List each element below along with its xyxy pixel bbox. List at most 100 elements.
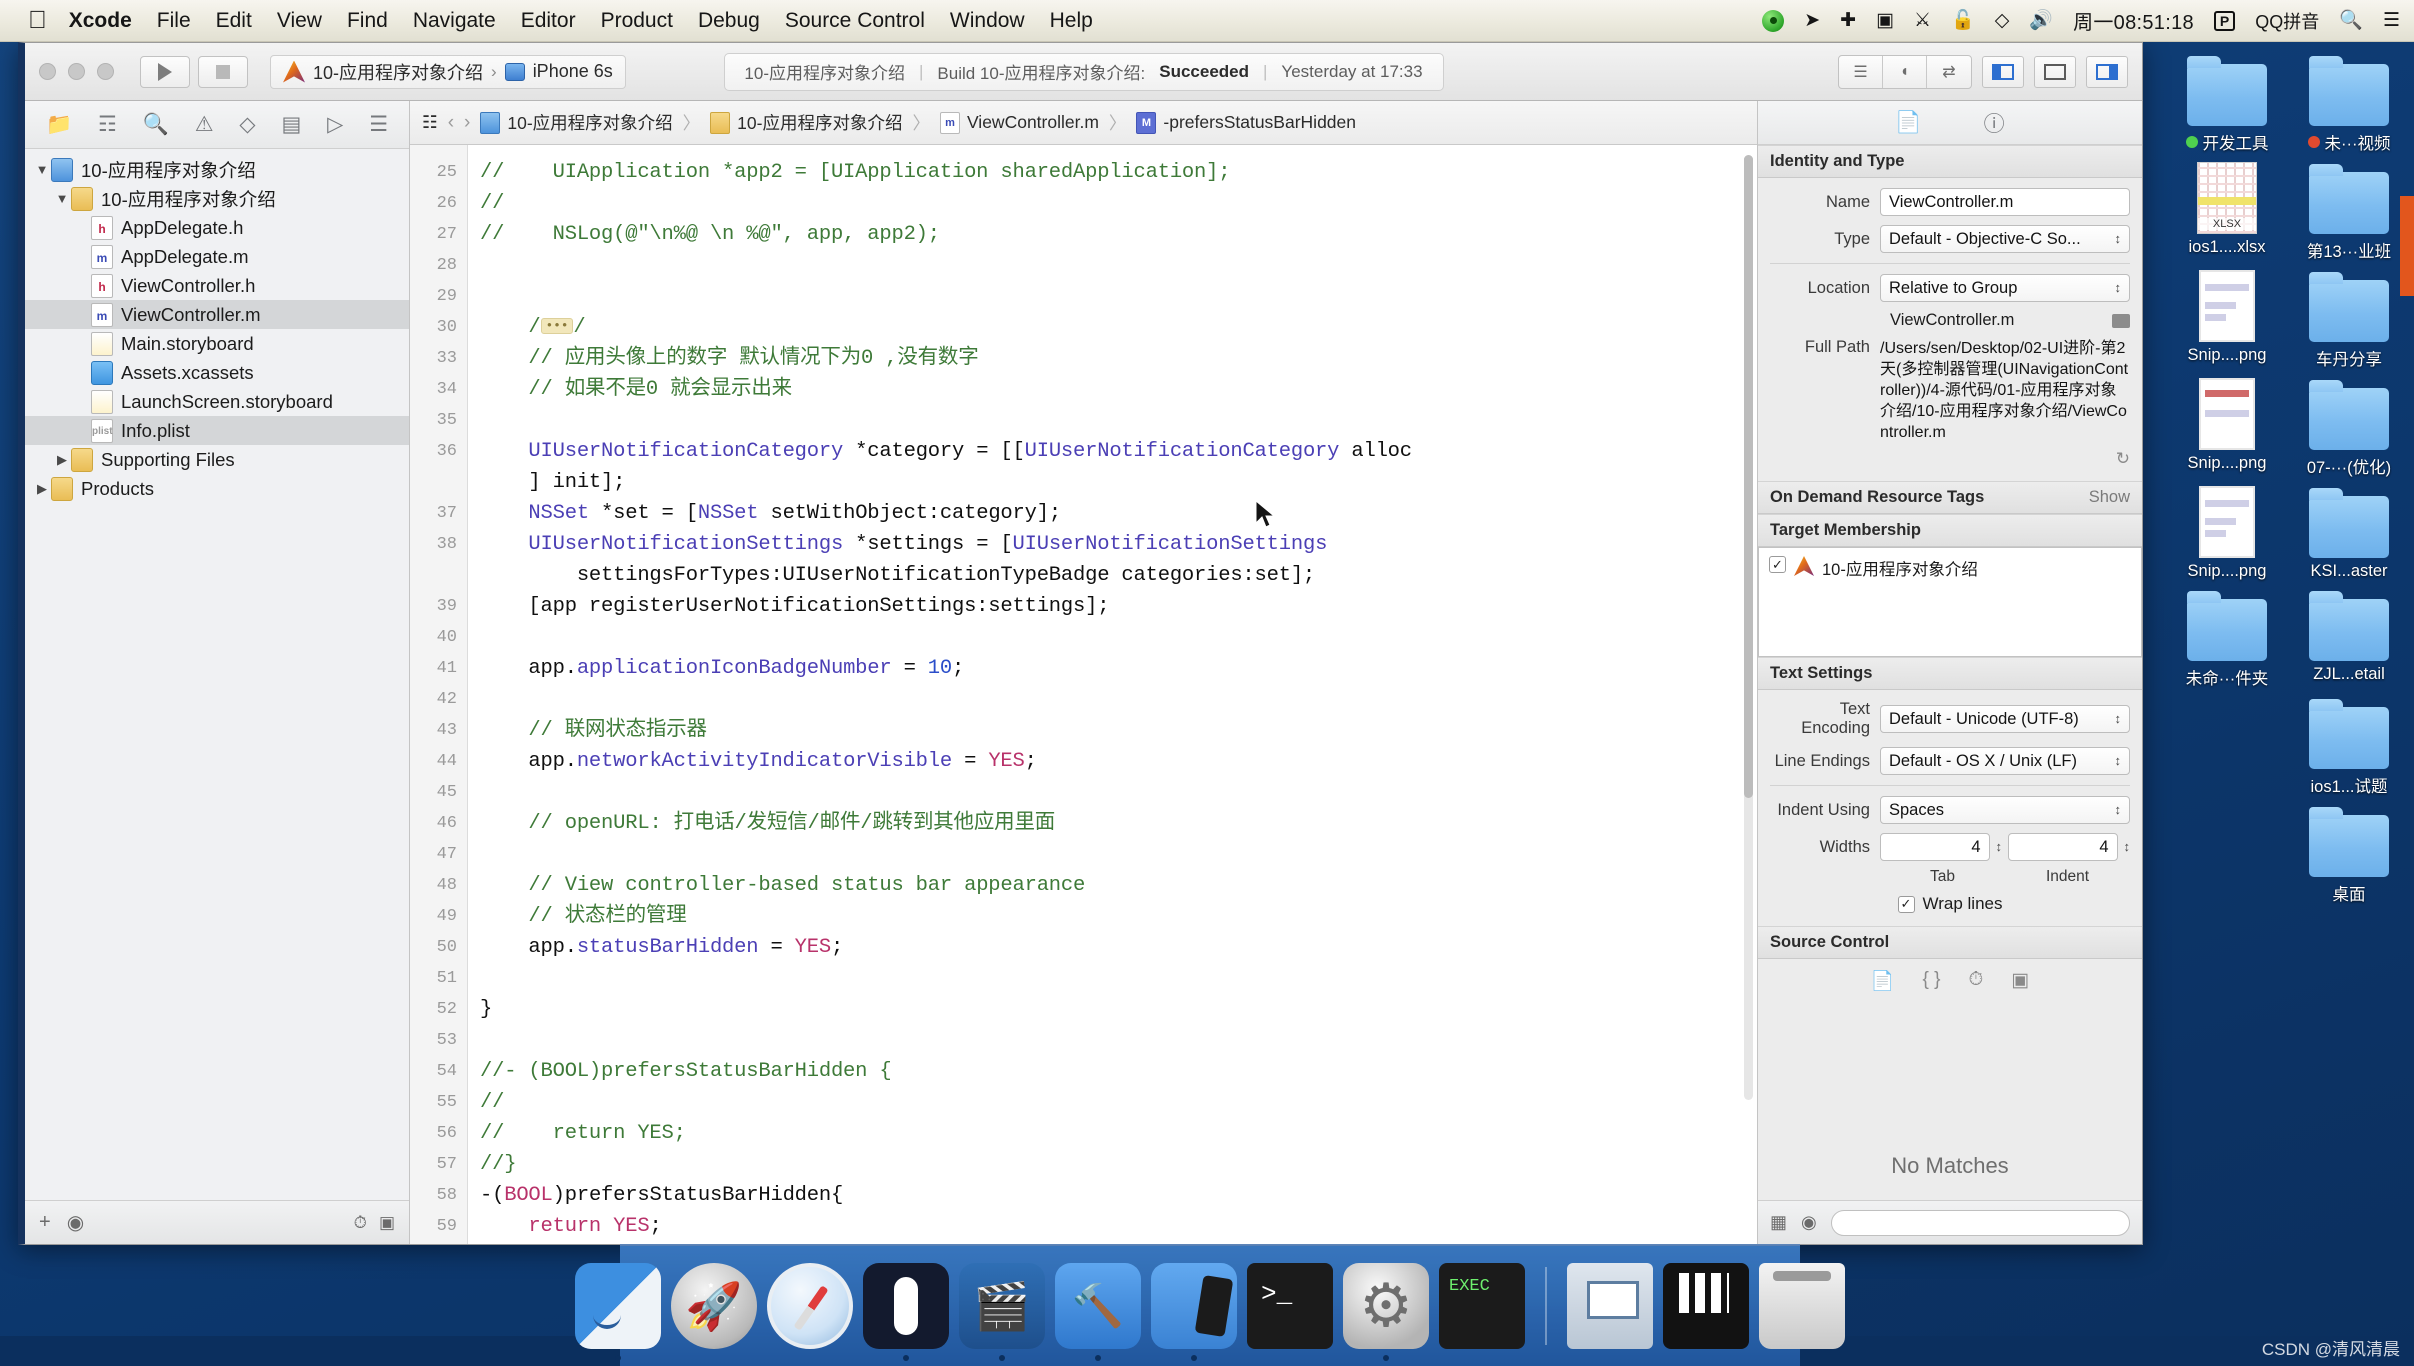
airdrop-icon[interactable]: ✚ [1840, 11, 1856, 30]
dock-item-mouse-app[interactable] [863, 1263, 949, 1361]
tab-stepper-arrows-icon[interactable]: ↕ [1996, 840, 2003, 853]
code-line[interactable] [480, 963, 1757, 994]
scheme-selector[interactable]: 10-应用程序对象介绍 › iPhone 6s [270, 54, 626, 89]
file-tree-row[interactable]: m ViewController.m [25, 300, 409, 329]
desktop-icon[interactable]: ios1....xlsx [2168, 160, 2286, 262]
sc-clock-icon[interactable]: ⏱ [1968, 969, 1983, 993]
file-tree-row[interactable]: ▼ 10-应用程序对象介绍 [25, 155, 409, 184]
menu-item-source-control[interactable]: Source Control [785, 9, 925, 33]
source-control-navigator-tab[interactable]: ☶ [98, 114, 117, 135]
dock-item-screen-sharing[interactable] [1567, 1263, 1653, 1349]
filter-icon[interactable]: ◉ [67, 1210, 84, 1235]
code-line[interactable] [480, 1025, 1757, 1056]
code-line[interactable]: -(BOOL)prefersStatusBarHidden{ [480, 1180, 1757, 1211]
dock-item-calculator[interactable] [1663, 1263, 1749, 1349]
code-line[interactable] [480, 405, 1757, 436]
code-line[interactable]: } [480, 994, 1757, 1025]
volume-icon[interactable]: 🔊 [2029, 11, 2053, 30]
forward-button[interactable]: › [464, 112, 470, 134]
disclosure-triangle-icon[interactable]: ▼ [33, 162, 51, 177]
code-editor-area[interactable]: 25 26 27 28 29 30 33 34 35 36 37 38 39 40 41 42 43 44 45… [410, 145, 1757, 1244]
quick-help-tab[interactable]: ⓘ [1984, 108, 2005, 138]
report-navigator-tab[interactable]: ☰ [369, 114, 388, 135]
library-grid-icon[interactable]: ▦ [1770, 1212, 1787, 1233]
debug-navigator-tab[interactable]: ▤ [281, 114, 301, 135]
file-tree-row[interactable]: h ViewController.h [25, 271, 409, 300]
desktop-icon[interactable]: 未···视频 [2290, 52, 2408, 154]
code-line[interactable]: app.statusBarHidden = YES; [480, 932, 1757, 963]
unsaved-files-icon[interactable]: ▣ [379, 1213, 395, 1233]
desktop-icon[interactable]: 未命···件夹 [2168, 587, 2286, 689]
menu-item-file[interactable]: File [157, 9, 191, 33]
desktop-icon[interactable]: 开发工具 [2168, 52, 2286, 154]
toggle-utilities-button[interactable] [2086, 55, 2128, 88]
menu-item-editor[interactable]: Editor [521, 9, 576, 33]
desktop-icon[interactable]: ios1...试题 [2290, 695, 2408, 797]
code-line[interactable]: NSSet *set = [NSSet setWithObject:catego… [480, 498, 1757, 529]
file-inspector-tab[interactable]: 📄 [1895, 111, 1921, 135]
disclosure-triangle-icon[interactable]: ▶ [33, 481, 51, 497]
code-line[interactable]: //- (BOOL)prefersStatusBarHidden { [480, 1056, 1757, 1087]
file-tree-row[interactable]: ▼ 10-应用程序对象介绍 [25, 184, 409, 213]
name-input[interactable]: ViewController.m [1880, 188, 2130, 216]
lock-icon[interactable]: 🔓 [1951, 11, 1975, 30]
code-line[interactable]: // 联网状态指示器 [480, 715, 1757, 746]
choose-folder-icon[interactable] [2112, 313, 2130, 328]
notification-center-icon[interactable]: ☰ [2383, 11, 2400, 30]
code-line[interactable]: // [480, 188, 1757, 219]
code-line[interactable]: / ••• / [480, 312, 1757, 343]
related-items-icon[interactable]: ☷ [422, 112, 438, 133]
tab-width-stepper[interactable]: 4 [1880, 833, 1990, 861]
file-tree-row[interactable]: LaunchScreen.storyboard [25, 387, 409, 416]
jumpbar-crumb[interactable]: m ViewController.m [939, 111, 1099, 134]
code-line[interactable]: // View controller-based status bar appe… [480, 870, 1757, 901]
apple-icon[interactable]:  [28, 8, 47, 33]
desktop-icon[interactable]: KSI...aster [2290, 484, 2408, 581]
target-membership-list[interactable]: ✓ 10-应用程序对象介绍 [1758, 547, 2142, 657]
menubar-clock[interactable]: 周一08:51:18 [2073, 6, 2194, 35]
desktop-icon[interactable]: Snip....png [2168, 484, 2286, 581]
dock-item-trash[interactable] [1759, 1263, 1845, 1349]
screen-record-icon[interactable]: ▣ [1876, 11, 1894, 30]
menu-item-find[interactable]: Find [347, 9, 388, 33]
dock-item-launchpad[interactable] [671, 1263, 757, 1349]
desktop-icon[interactable]: Snip....png [2168, 268, 2286, 370]
breakpoint-navigator-tab[interactable]: ▷ [327, 114, 343, 135]
code-line[interactable]: [app registerUserNotificationSettings:se… [480, 591, 1757, 622]
desktop-icon[interactable]: 07-···(优化) [2290, 376, 2408, 478]
jumpbar-crumb[interactable]: 10-应用程序对象介绍 [710, 110, 902, 135]
file-tree-row[interactable]: m AppDelegate.m [25, 242, 409, 271]
reveal-in-finder-icon[interactable]: ↻ [2116, 449, 2130, 469]
disclosure-triangle-icon[interactable]: ▼ [53, 191, 71, 206]
menu-item-view[interactable]: View [277, 9, 322, 33]
sc-file-icon[interactable]: 📄 [1871, 969, 1895, 993]
menu-item-edit[interactable]: Edit [216, 9, 252, 33]
code-line[interactable]: // UIApplication *app2 = [UIApplication … [480, 157, 1757, 188]
menu-item-debug[interactable]: Debug [698, 9, 760, 33]
code-line[interactable]: app.applicationIconBadgeNumber = 10; [480, 653, 1757, 684]
menu-item-help[interactable]: Help [1050, 9, 1093, 33]
code-line[interactable]: UIUserNotificationCategory *category = [… [480, 436, 1757, 498]
indent-using-select[interactable]: Spaces ↕ [1880, 796, 2130, 824]
code-line[interactable]: // 状态栏的管理 [480, 901, 1757, 932]
code-line[interactable]: //} [480, 1149, 1757, 1180]
recent-files-icon[interactable]: ⏱ [354, 1213, 367, 1233]
library-filter-input[interactable] [1830, 1209, 2130, 1236]
file-tree-row[interactable]: Assets.xcassets [25, 358, 409, 387]
search-icon[interactable]: 🔍 [2339, 11, 2363, 30]
test-navigator-tab[interactable]: ◇ [239, 114, 255, 135]
dock-item-terminal[interactable] [1247, 1263, 1333, 1349]
code-line[interactable] [480, 684, 1757, 715]
dock-item-xcode-beta[interactable] [1151, 1263, 1237, 1361]
wrap-lines-checkbox[interactable]: ✓ [1897, 895, 1915, 913]
menu-item-product[interactable]: Product [601, 9, 673, 33]
standard-editor-button[interactable]: ☰ [1839, 55, 1883, 88]
bluetooth-icon[interactable]: ⚔ [1914, 11, 1931, 30]
dock-item-xcode[interactable] [1055, 1263, 1141, 1361]
dock-item-exec-app[interactable] [1439, 1263, 1525, 1349]
text-encoding-select[interactable]: Default - Unicode (UTF-8) ↕ [1880, 705, 2130, 733]
project-navigator-tab[interactable]: 📁 [46, 114, 72, 135]
file-tree-row[interactable]: h AppDelegate.h [25, 213, 409, 242]
indent-stepper-arrows-icon[interactable]: ↕ [2124, 840, 2131, 853]
add-file-button[interactable]: + [39, 1211, 51, 1234]
